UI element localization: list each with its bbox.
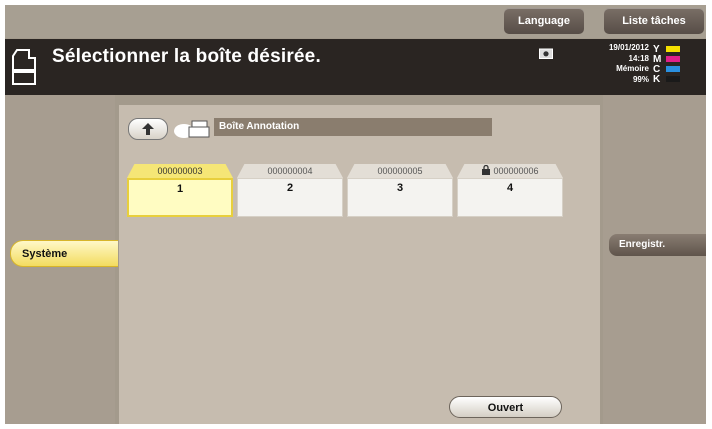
- box-number: 2: [237, 178, 343, 217]
- box-tab-header: 000000004: [237, 164, 343, 178]
- box-id: 000000005: [377, 166, 423, 176]
- main-panel: [119, 105, 600, 424]
- toner-row: M: [653, 54, 703, 65]
- box-id: 000000003: [157, 166, 203, 176]
- date: 19/01/2012: [608, 43, 649, 52]
- toner-row: Y: [653, 44, 703, 55]
- tab-systeme[interactable]: Système: [10, 240, 118, 267]
- box-tab[interactable]: 000000003 1: [127, 164, 233, 217]
- camera-icon[interactable]: [539, 47, 553, 59]
- box-number: 1: [127, 178, 233, 217]
- toner-bar: [666, 66, 680, 72]
- toner-row: C: [653, 64, 703, 75]
- lock-icon: [482, 165, 491, 175]
- status-info: 19/01/2012 14:18 Mémoire 99%: [591, 43, 649, 85]
- box-tab[interactable]: 000000005 3: [347, 164, 453, 217]
- box-number: 3: [347, 178, 453, 217]
- box-tab-header: 000000006: [457, 164, 563, 178]
- toner-levels: YMCK: [653, 44, 703, 85]
- task-list-button[interactable]: Liste tâches: [604, 8, 704, 34]
- memory-label: Mémoire: [616, 64, 649, 73]
- box-tray-icon: [174, 120, 210, 138]
- open-button[interactable]: Ouvert: [449, 396, 562, 418]
- box-tab-header: 000000005: [347, 164, 453, 178]
- box-id: 000000006: [493, 166, 539, 176]
- path-bar: Boîte Annotation: [214, 118, 492, 136]
- header: Sélectionner la boîte désirée. 19/01/201…: [5, 39, 706, 95]
- up-arrow-icon: [142, 123, 154, 135]
- box-tab[interactable]: 000000006 4: [457, 164, 563, 217]
- box-id: 000000004: [267, 166, 313, 176]
- screen: Language Liste tâches Sélectionner la bo…: [5, 5, 706, 424]
- page-title: Sélectionner la boîte désirée.: [52, 46, 321, 67]
- toner-bar: [666, 76, 680, 82]
- box-tab[interactable]: 000000004 2: [237, 164, 343, 217]
- box-tab-header: 000000003: [127, 164, 233, 178]
- right-column: [603, 95, 706, 424]
- document-icon: [12, 49, 36, 85]
- time: 14:18: [628, 53, 649, 63]
- toner-bar: [666, 56, 680, 62]
- memory-value: 99%: [632, 74, 649, 84]
- up-level-button[interactable]: [128, 118, 168, 140]
- register-button[interactable]: Enregistr.: [609, 234, 706, 256]
- toner-letter: K: [653, 73, 661, 85]
- toner-row: K: [653, 73, 703, 85]
- language-button[interactable]: Language: [504, 8, 584, 34]
- top-bar: Language Liste tâches: [5, 5, 706, 38]
- box-number: 4: [457, 178, 563, 217]
- toner-bar: [666, 46, 680, 52]
